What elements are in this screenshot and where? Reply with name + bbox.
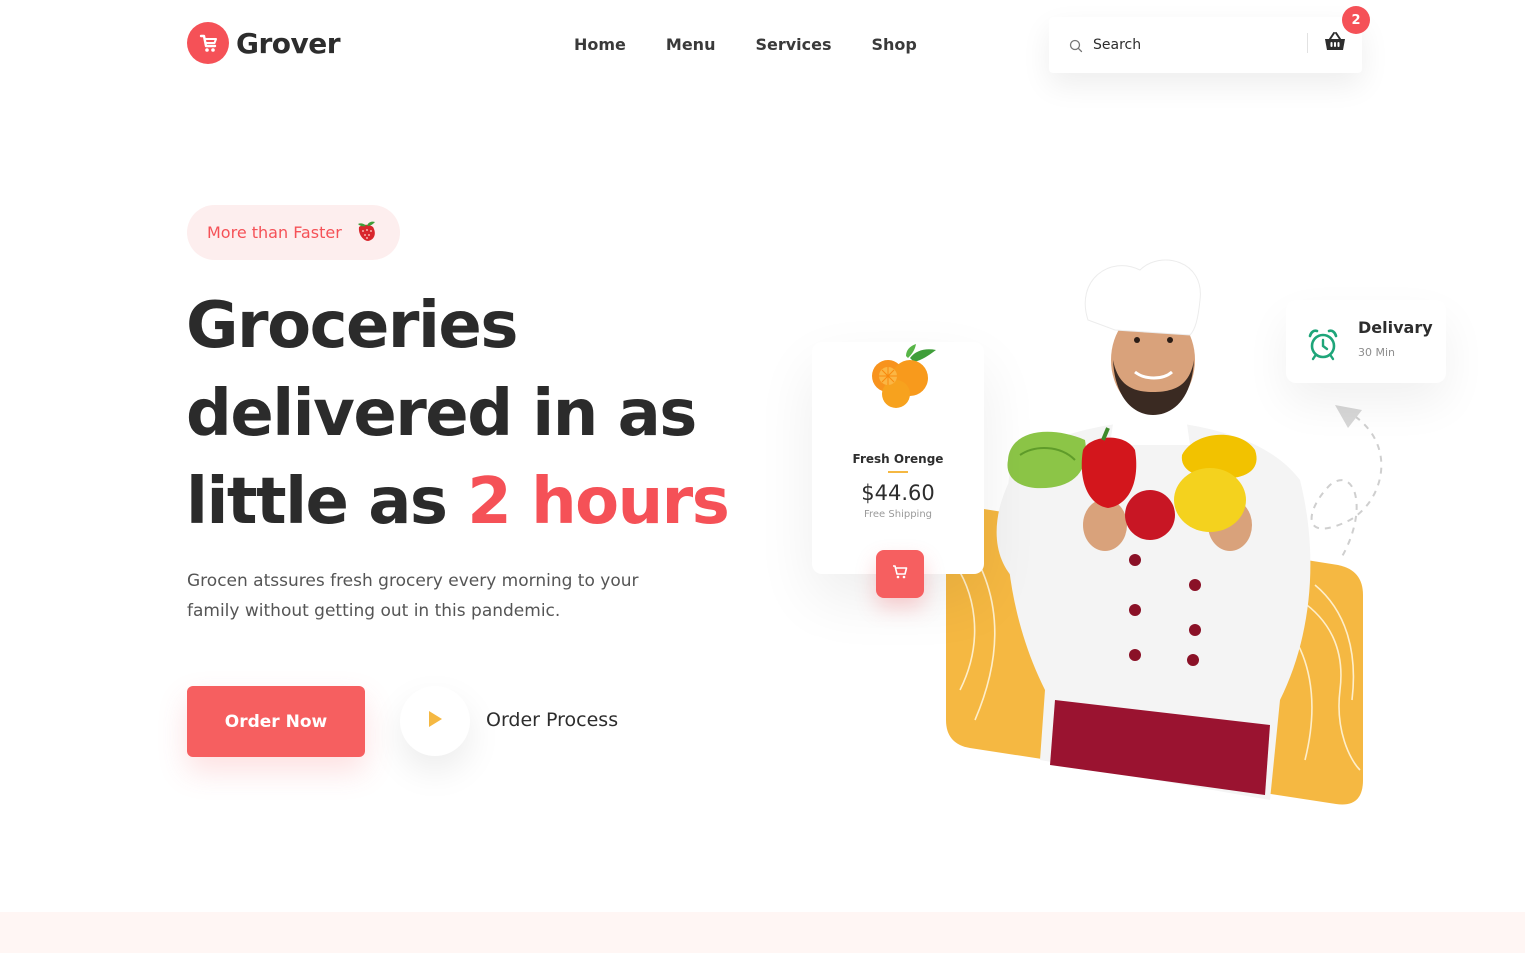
nav-item-home[interactable]: Home	[574, 35, 626, 54]
delivery-card: Delivary 30 Min	[1286, 300, 1446, 383]
brand-name: Grover	[236, 26, 341, 60]
strawberry-icon	[354, 218, 380, 248]
order-now-button[interactable]: Order Now	[187, 686, 365, 757]
product-name: Fresh Orenge	[852, 452, 944, 466]
nav-item-shop[interactable]: Shop	[872, 35, 917, 54]
logo-cart-icon	[187, 22, 229, 64]
hero-badge-text: More than Faster	[207, 223, 342, 242]
play-button[interactable]	[400, 686, 470, 756]
product-underline	[888, 471, 908, 473]
main-nav: Home Menu Services Shop	[574, 35, 917, 54]
next-section-band	[0, 912, 1525, 953]
search-icon	[1069, 38, 1083, 57]
product-shipping: Free Shipping	[863, 509, 933, 520]
product-price: $44.60	[861, 481, 935, 505]
cart-count-badge: 2	[1342, 6, 1370, 34]
headline-line-1: Groceries	[186, 289, 518, 363]
headline-accent: 2 hours	[467, 465, 730, 539]
cart-icon	[892, 564, 908, 584]
search-input[interactable]	[1093, 33, 1293, 57]
hero-badge: More than Faster	[187, 205, 400, 260]
nav-item-menu[interactable]: Menu	[666, 35, 716, 54]
order-process-link[interactable]: Order Process	[486, 709, 618, 731]
delivery-title: Delivary	[1358, 318, 1433, 337]
headline-line-3: little as	[186, 465, 468, 539]
basket-icon[interactable]	[1322, 29, 1350, 57]
headline-line-2: delivered in as	[186, 377, 697, 451]
search-divider	[1307, 33, 1308, 53]
delivery-time: 30 Min	[1358, 346, 1396, 359]
alarm-clock-icon	[1306, 327, 1340, 365]
hero-headline: Groceries delivered in as little as 2 ho…	[186, 282, 826, 546]
brand-logo[interactable]: Grover	[187, 22, 341, 64]
play-icon	[427, 710, 443, 732]
hero-description: Grocen atssures fresh grocery every morn…	[187, 571, 639, 621]
product-card: Fresh Orenge $44.60 Free Shipping	[812, 342, 984, 574]
orange-fruit-icon	[866, 344, 938, 414]
add-to-cart-button[interactable]	[876, 550, 924, 598]
search-bar	[1049, 17, 1362, 73]
nav-item-services[interactable]: Services	[755, 35, 831, 54]
